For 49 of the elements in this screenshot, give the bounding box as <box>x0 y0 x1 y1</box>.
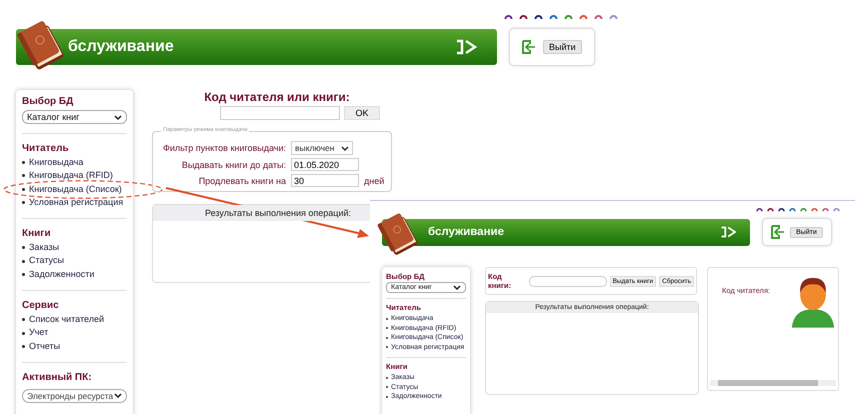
bullet-icon <box>22 188 25 191</box>
code-label: Код читателя или книги: <box>204 90 350 104</box>
section-heading: Выбор БД <box>22 96 74 107</box>
bullet-icon <box>22 332 25 335</box>
days-input[interactable]: 30 <box>291 174 359 187</box>
section-heading: Книги <box>22 228 52 240</box>
date-input[interactable]: 01.05.2020 <box>291 158 359 171</box>
chevron-icon <box>114 114 122 120</box>
field-label: Выдавать книги до даты: <box>180 160 286 170</box>
field-label: Продлевать книги на <box>198 176 286 186</box>
unit-label: дней <box>364 176 384 186</box>
menu-link[interactable]: Учет <box>29 326 48 340</box>
bullet-icon <box>22 260 25 263</box>
menu-link[interactable]: Заказы <box>29 241 60 254</box>
section-heading: Активный ПК: <box>22 372 93 383</box>
field-label: Фильтр пунктов книговыдачи: <box>162 143 286 153</box>
exit-icon <box>771 225 785 239</box>
book-code-input[interactable] <box>528 276 607 286</box>
exit-icon <box>522 40 536 54</box>
bullet-icon <box>22 174 25 178</box>
chevron-icon <box>341 146 349 150</box>
horizontal-scrollbar[interactable] <box>710 380 836 386</box>
logo-icon <box>720 226 738 238</box>
bullet-icon <box>22 318 25 322</box>
active-pc-select[interactable]: Электронды ресурста <box>22 388 127 403</box>
page-title: бслуживание <box>428 226 504 238</box>
menu-link[interactable]: Условная регистрация <box>29 196 124 210</box>
section-heading: Читатель <box>22 143 70 154</box>
menu-link[interactable]: Задолженности <box>29 268 94 282</box>
page-title: бслуживание <box>68 38 174 56</box>
code-input[interactable] <box>220 106 340 120</box>
database-select[interactable]: Каталог книг <box>22 110 127 124</box>
bullet-icon <box>22 161 25 164</box>
menu-link[interactable]: Статусы <box>29 254 64 268</box>
menu-link[interactable]: Отчеты <box>29 340 60 353</box>
menu-link[interactable]: Книговыдача (RFID) <box>29 169 113 183</box>
logo-icon <box>455 39 479 55</box>
bullet-icon <box>22 246 25 250</box>
menu-link[interactable]: Книговыдача <box>29 156 84 170</box>
filter-select[interactable]: выключен <box>291 141 353 155</box>
bullet-icon <box>22 272 25 276</box>
logout-button[interactable]: Выйти <box>543 40 582 54</box>
chevron-icon <box>114 393 122 398</box>
menu-link[interactable]: Список читателей <box>29 313 104 326</box>
bullet-icon <box>22 201 25 204</box>
section-heading: Сервис <box>22 300 60 312</box>
chevron-icon <box>453 285 461 290</box>
bullet-icon <box>22 344 25 348</box>
ok-button[interactable]: OK <box>344 106 380 120</box>
